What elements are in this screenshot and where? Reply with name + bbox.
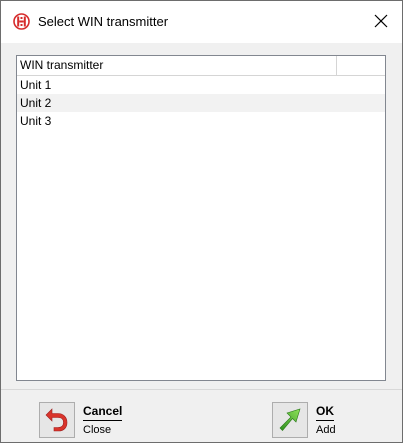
- divider: [1, 389, 402, 390]
- transmitter-list[interactable]: WIN transmitter Unit 1 Unit 2 Unit 3: [16, 55, 386, 381]
- column-header-empty[interactable]: [337, 56, 385, 75]
- close-button[interactable]: [360, 1, 402, 43]
- ok-action[interactable]: OK Add: [272, 400, 336, 440]
- ir-transmitter-icon: [13, 13, 30, 30]
- column-header-win-transmitter[interactable]: WIN transmitter: [17, 56, 337, 75]
- cancel-action[interactable]: Cancel Close: [39, 400, 123, 440]
- dialog-title: Select WIN transmitter: [38, 14, 169, 29]
- list-header: WIN transmitter: [17, 56, 385, 76]
- cancel-label[interactable]: Cancel: [83, 404, 123, 421]
- ok-button[interactable]: [272, 402, 308, 438]
- cancel-button[interactable]: [39, 402, 75, 438]
- ok-label[interactable]: OK: [316, 404, 334, 421]
- dialog-body: WIN transmitter Unit 1 Unit 2 Unit 3 Can…: [1, 43, 402, 442]
- list-item[interactable]: Unit 2: [17, 94, 385, 112]
- list-item[interactable]: Unit 1: [17, 76, 385, 94]
- green-arrow-icon: [276, 405, 304, 436]
- undo-arrow-icon: [43, 405, 71, 436]
- cancel-sublabel: Close: [83, 423, 112, 436]
- ok-sublabel: Add: [316, 423, 336, 436]
- close-icon: [374, 14, 388, 31]
- list-item[interactable]: Unit 3: [17, 112, 385, 130]
- dialog-window: Select WIN transmitter WIN transmitter U…: [0, 0, 403, 443]
- title-bar: Select WIN transmitter: [1, 1, 402, 43]
